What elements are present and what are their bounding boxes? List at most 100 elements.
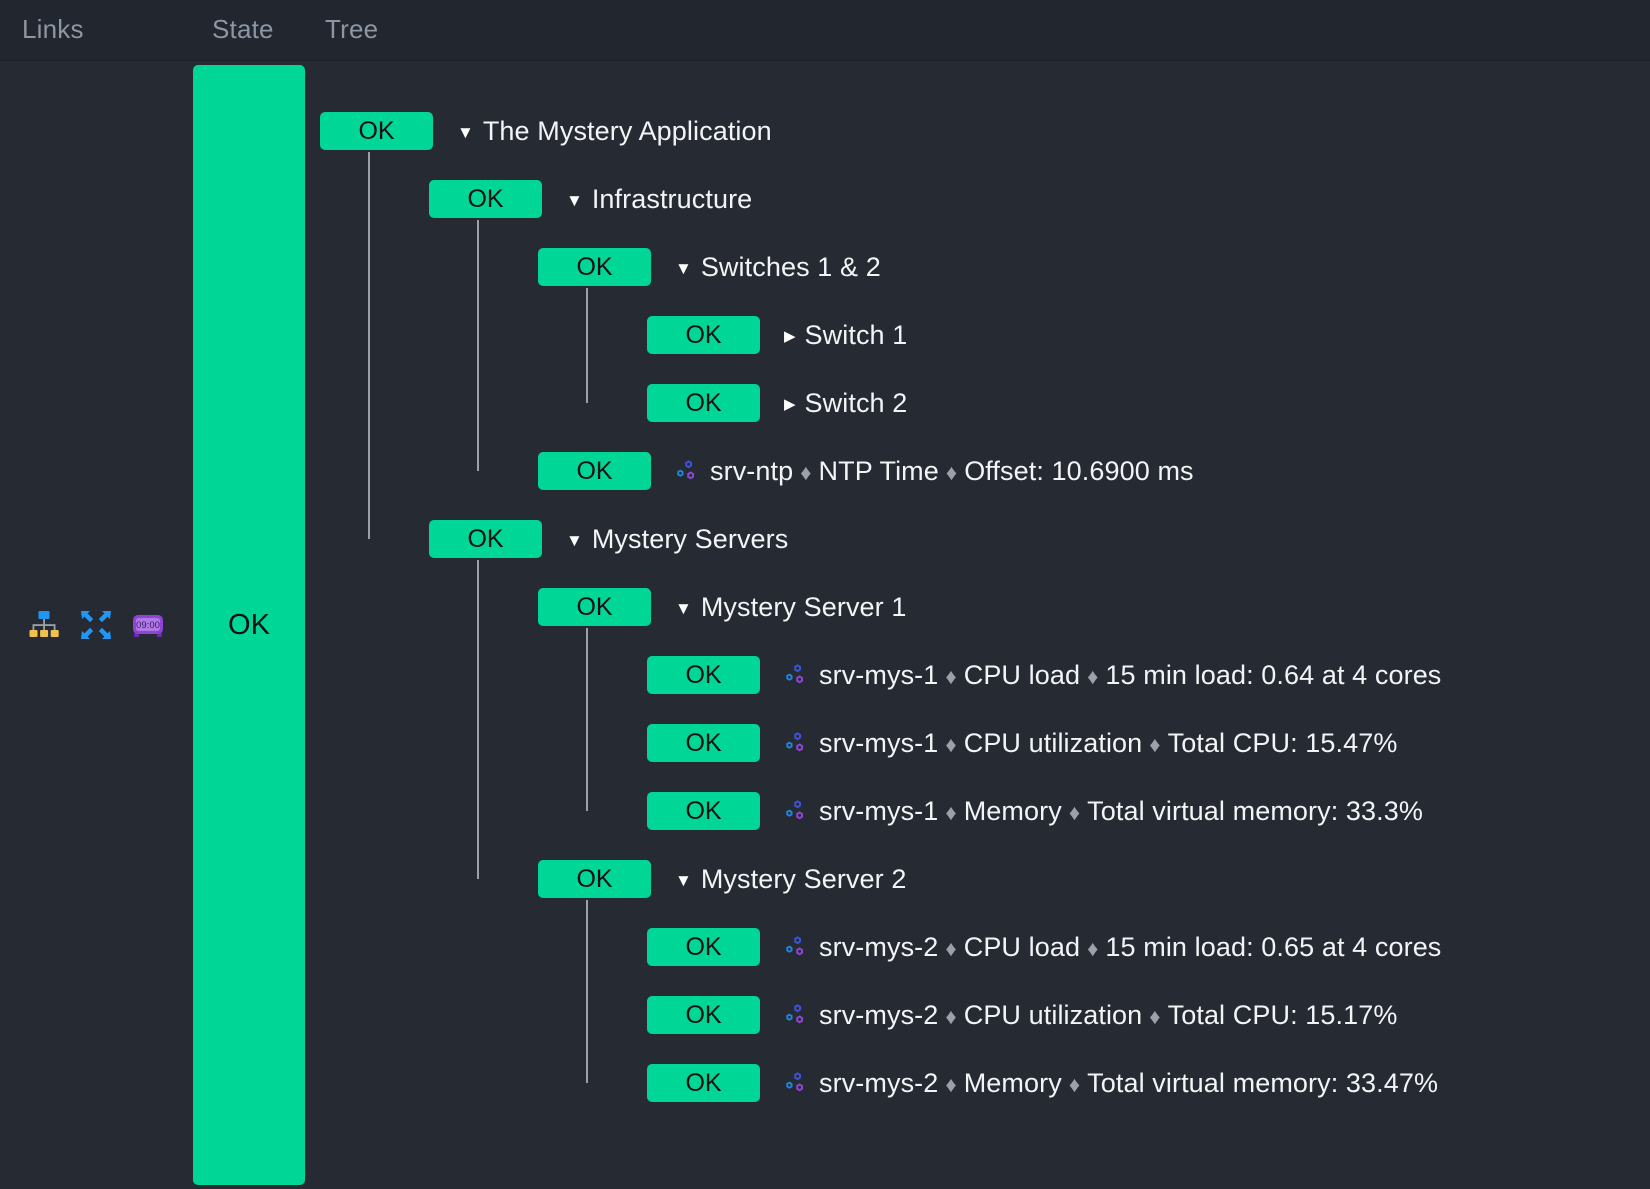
service-output: 15 min load: 0.64 at 4 cores xyxy=(1105,660,1441,690)
tree-group-row[interactable]: OK ▼ Infrastructure xyxy=(429,178,752,220)
service-output: Offset: 10.6900 ms xyxy=(964,456,1193,486)
host-name: srv-mys-1 xyxy=(819,796,938,826)
service-summary-text: srv-mys-1♦CPU utilization♦Total CPU: 15.… xyxy=(819,728,1397,759)
alarm-clock-icon[interactable]: 09:00 xyxy=(129,606,167,644)
diamond-separator-icon: ♦ xyxy=(1062,800,1087,825)
tree-service-row[interactable]: OK srv-mys-1♦CPU load♦15 min load: 0.64 a… xyxy=(647,654,1441,696)
collapse-arrows-icon[interactable] xyxy=(77,606,115,644)
state-badge[interactable]: OK xyxy=(647,996,760,1034)
tree-node-label: Switch 2 xyxy=(805,388,908,419)
host-name: srv-mys-2 xyxy=(819,932,938,962)
tree-cell: OK▼The Mystery ApplicationOK▼Infrastruct… xyxy=(320,61,1650,1189)
tree-service-row[interactable]: OK srv-mys-1♦Memory♦Total virtual memory:… xyxy=(647,790,1423,832)
column-header-links: Links xyxy=(22,14,84,45)
host-name: srv-ntp xyxy=(710,456,793,486)
service-summary-text: srv-mys-1♦Memory♦Total virtual memory: 3… xyxy=(819,796,1423,827)
state-badge[interactable]: OK xyxy=(647,928,760,966)
tree-board: 09:00 OK OK▼The Mystery ApplicationOK▼In… xyxy=(0,61,1650,1189)
state-badge[interactable]: OK xyxy=(538,588,651,626)
tree-group-row[interactable]: OK ▶ Switch 1 xyxy=(647,314,907,356)
service-summary-text: srv-mys-1♦CPU load♦15 min load: 0.64 at … xyxy=(819,660,1441,691)
service-summary-text: srv-ntp♦NTP Time♦Offset: 10.6900 ms xyxy=(710,456,1194,487)
service-output: Total virtual memory: 33.3% xyxy=(1087,796,1423,826)
overall-state-badge[interactable]: OK xyxy=(193,65,305,1185)
state-badge[interactable]: OK xyxy=(647,656,760,694)
tree-group-row[interactable]: OK ▶ Switch 2 xyxy=(647,382,907,424)
diamond-separator-icon: ♦ xyxy=(1080,936,1105,961)
diamond-separator-icon: ♦ xyxy=(938,800,963,825)
caret-right-icon[interactable]: ▶ xyxy=(784,397,796,412)
diamond-separator-icon: ♦ xyxy=(1142,1004,1167,1029)
state-badge[interactable]: OK xyxy=(538,452,651,490)
host-name: srv-mys-2 xyxy=(819,1000,938,1030)
state-badge[interactable]: OK xyxy=(647,316,760,354)
state-badge[interactable]: OK xyxy=(320,112,433,150)
diamond-separator-icon: ♦ xyxy=(938,664,963,689)
state-badge[interactable]: OK xyxy=(647,384,760,422)
tree-group-row[interactable]: OK ▼ Mystery Server 1 xyxy=(538,586,906,628)
tree-connector-line xyxy=(586,900,588,1083)
caret-down-icon[interactable]: ▼ xyxy=(675,872,692,889)
tree-connector-line xyxy=(477,220,479,471)
state-badge[interactable]: OK xyxy=(647,792,760,830)
service-summary-text: srv-mys-2♦CPU load♦15 min load: 0.65 at … xyxy=(819,932,1441,963)
tree-node-label: Mystery Server 1 xyxy=(701,592,907,623)
diamond-separator-icon: ♦ xyxy=(938,1004,963,1029)
state-badge[interactable]: OK xyxy=(538,248,651,286)
state-badge[interactable]: OK xyxy=(429,180,542,218)
caret-down-icon[interactable]: ▼ xyxy=(457,124,474,141)
caret-down-icon[interactable]: ▼ xyxy=(675,600,692,617)
alarm-clock-time: 09:00 xyxy=(136,620,160,631)
service-name: CPU load xyxy=(964,932,1080,962)
sitemap-icon[interactable] xyxy=(25,606,63,644)
tree-group-row[interactable]: OK ▼ Mystery Server 2 xyxy=(538,858,906,900)
service-output: Total CPU: 15.17% xyxy=(1168,1000,1398,1030)
tree-node-label: Mystery Server 2 xyxy=(701,864,907,895)
tree-node-label: Mystery Servers xyxy=(592,524,789,555)
caret-down-icon[interactable]: ▼ xyxy=(566,192,583,209)
tree-service-row[interactable]: OKsrv-mys-2♦CPU load♦15 min load: 0.65 a… xyxy=(647,926,1441,968)
service-output: 15 min load: 0.65 at 4 cores xyxy=(1105,932,1441,962)
tree-service-row[interactable]: OK srv-mys-1♦CPU utilization♦Total CPU: 1… xyxy=(647,722,1397,764)
column-header-state: State xyxy=(212,14,274,45)
service-name: CPU load xyxy=(964,660,1080,690)
tree-connector-line xyxy=(586,288,588,403)
links-cell: 09:00 xyxy=(0,61,192,1189)
host-cluster-icon xyxy=(784,1002,810,1028)
service-output: Total CPU: 15.47% xyxy=(1168,728,1398,758)
tree-connector-line xyxy=(586,628,588,811)
tree-service-row[interactable]: OKsrv-mys-2♦CPU utilization♦Total CPU: 1… xyxy=(647,994,1397,1036)
state-badge[interactable]: OK xyxy=(647,724,760,762)
tree-service-row[interactable]: OKsrv-ntp♦NTP Time♦Offset: 10.6900 ms xyxy=(538,450,1194,492)
tree-group-row[interactable]: OK▼The Mystery Application xyxy=(320,110,772,152)
state-badge[interactable]: OK xyxy=(429,520,542,558)
tree-connector-line xyxy=(368,152,370,539)
service-name: CPU utilization xyxy=(964,1000,1143,1030)
tree-node-label: Switches 1 & 2 xyxy=(701,252,881,283)
diamond-separator-icon: ♦ xyxy=(793,460,818,485)
service-summary-text: srv-mys-2♦CPU utilization♦Total CPU: 15.… xyxy=(819,1000,1397,1031)
state-badge[interactable]: OK xyxy=(538,860,651,898)
tree-node-label: Infrastructure xyxy=(592,184,752,215)
diamond-separator-icon: ♦ xyxy=(939,460,964,485)
overall-state-label: OK xyxy=(228,609,270,642)
diamond-separator-icon: ♦ xyxy=(1062,1072,1087,1097)
tree-service-row[interactable]: OKsrv-mys-2♦Memory♦Total virtual memory:… xyxy=(647,1062,1438,1104)
service-name: NTP Time xyxy=(819,456,939,486)
diamond-separator-icon: ♦ xyxy=(938,1072,963,1097)
service-output: Total virtual memory: 33.47% xyxy=(1087,1068,1438,1098)
host-cluster-icon xyxy=(784,934,810,960)
host-name: srv-mys-1 xyxy=(819,728,938,758)
host-cluster-icon xyxy=(784,730,810,756)
caret-right-icon[interactable]: ▶ xyxy=(784,329,796,344)
caret-down-icon[interactable]: ▼ xyxy=(566,532,583,549)
column-header-tree: Tree xyxy=(325,14,378,45)
host-name: srv-mys-2 xyxy=(819,1068,938,1098)
state-badge[interactable]: OK xyxy=(647,1064,760,1102)
tree-group-row[interactable]: OK ▼ Switches 1 & 2 xyxy=(538,246,881,288)
tree-group-row[interactable]: OK ▼ Mystery Servers xyxy=(429,518,788,560)
tree-node-label: Switch 1 xyxy=(805,320,908,351)
caret-down-icon[interactable]: ▼ xyxy=(675,260,692,277)
host-cluster-icon xyxy=(675,458,701,484)
diamond-separator-icon: ♦ xyxy=(938,732,963,757)
